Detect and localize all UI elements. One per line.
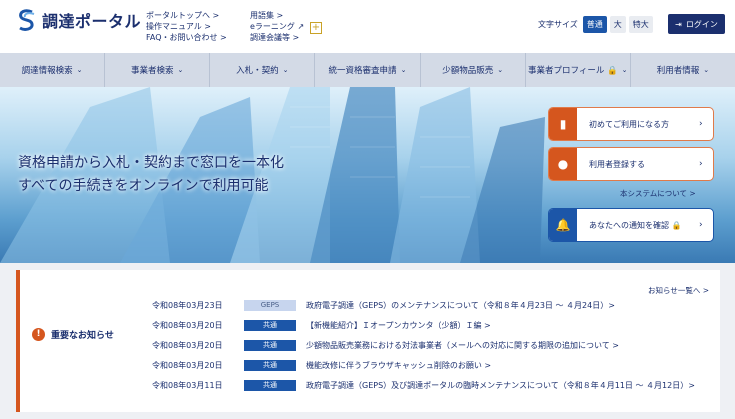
notice-section: ! 重要なお知らせ お知らせ一覧へ > 令和08年03月23日 GEPS 政府電… [0, 263, 735, 419]
chevron-down-icon: ⌄ [497, 66, 504, 74]
notice-badge: 共通 [244, 320, 296, 331]
notice-date: 令和08年03月23日 [152, 301, 223, 310]
hero-banner: 資格申請から入札・契約まで窓口を一本化 すべての手続きをオンラインで利用可能 ▮… [0, 87, 735, 263]
hero-line-1: 資格申請から入札・契約まで窓口を一本化 [18, 155, 284, 171]
login-button[interactable]: ⇥ ログイン [668, 14, 725, 34]
header-links-primary: ポータルトップへ > 操作マニュアル > FAQ・お問い合わせ > [146, 10, 227, 43]
notice-badge: 共通 [244, 340, 296, 351]
font-size-large-button[interactable]: 大 [609, 16, 626, 33]
logo-text: 調達ポータル [42, 12, 142, 31]
about-system-link[interactable]: 本システムについて > [620, 188, 696, 199]
notice-heading-text: 重要なお知らせ [51, 331, 114, 341]
font-size-switcher: 文字サイズ 普通 大 特大 [538, 16, 653, 33]
user-icon: ● [549, 148, 577, 180]
link-meetings[interactable]: 調達会議等 > [250, 32, 304, 43]
notice-title: 少額物品販売業務における対法事業者（メールへの対応に関する期限の追加について > [306, 341, 620, 350]
nav-item-bid-contract[interactable]: 入札・契約 ⌄ [210, 53, 316, 87]
notice-date: 令和08年03月20日 [152, 361, 223, 370]
notice-date: 令和08年03月11日 [152, 381, 223, 390]
nav-item-small-sales[interactable]: 少額物品販売 ⌄ [421, 53, 526, 87]
nav-item-business-search[interactable]: 事業者検索 ⌄ [105, 53, 211, 87]
link-faq[interactable]: FAQ・お問い合わせ > [146, 32, 227, 43]
header-links-secondary: 用語集 > eラーニング ↗ 調達会議等 > [250, 10, 304, 43]
font-size-xlarge-button[interactable]: 特大 [628, 16, 653, 33]
hero-line-2: すべての手続きをオンラインで利用可能 [18, 178, 269, 194]
register-label: 利用者登録する [589, 159, 645, 169]
notice-title: 【新機能紹介】Ｉオープンカウンタ（少額）Ｉ編 > [306, 321, 491, 330]
chevron-down-icon: ⌄ [282, 66, 289, 74]
link-manual[interactable]: 操作マニュアル > [146, 21, 227, 32]
notifications-card[interactable]: 🔔 あなたへの通知を確認 🔒 › [548, 208, 714, 242]
notice-item[interactable]: 令和08年03月20日 共通 【新機能紹介】Ｉオープンカウンタ（少額）Ｉ編 > [152, 320, 726, 334]
notice-date: 令和08年03月20日 [152, 321, 223, 330]
notice-badge: GEPS [244, 300, 296, 311]
warning-icon: ! [32, 328, 45, 341]
chevron-right-icon: › [699, 220, 703, 230]
nav-label: 利用者情報 [656, 66, 700, 76]
book-icon: ▮ [549, 108, 577, 140]
register-user-card[interactable]: ● 利用者登録する › [548, 147, 714, 181]
nav-item-business-profile[interactable]: 事業者プロフィール 🔒 ⌄ [526, 53, 631, 87]
notice-item[interactable]: 令和08年03月20日 共通 機能改修に伴うブラウザキャッシュ削除のお願い > [152, 360, 726, 374]
nav-item-procurement-search[interactable]: 調達情報検索 ⌄ [0, 53, 106, 87]
notifications-label: あなたへの通知を確認 🔒 [589, 220, 682, 230]
portal-logo[interactable]: 調達ポータル [16, 8, 141, 32]
notice-item[interactable]: 令和08年03月11日 共通 政府電子調達（GEPS）及び調達ポータルの臨時メン… [152, 380, 726, 404]
notice-title: 政府電子調達（GEPS）のメンテナンスについて（令和８年４月23日 ～ ４月24… [306, 301, 615, 310]
notice-badge: 共通 [244, 380, 296, 391]
chevron-down-icon: ⌄ [76, 66, 83, 74]
first-time-label: 初めてご利用になる方 [589, 119, 669, 129]
chevron-down-icon: ⌄ [621, 66, 628, 74]
nav-label: 事業者プロフィール 🔒 [528, 66, 618, 76]
login-label: ログイン [685, 19, 718, 29]
font-size-normal-button[interactable]: 普通 [582, 16, 607, 33]
nav-label: 調達情報検索 [21, 66, 73, 76]
notice-title: 機能改修に伴うブラウザキャッシュ削除のお願い > [306, 361, 492, 370]
nav-label: 統一資格審査申請 [328, 66, 397, 76]
notice-heading: ! 重要なお知らせ [32, 328, 114, 341]
bell-icon: 🔔 [549, 209, 577, 241]
important-notices-panel: ! 重要なお知らせ お知らせ一覧へ > 令和08年03月23日 GEPS 政府電… [16, 270, 720, 412]
notice-date: 令和08年03月20日 [152, 341, 223, 350]
chevron-down-icon: ⌄ [703, 66, 710, 74]
chevron-right-icon: › [699, 119, 703, 129]
notice-badge: 共通 [244, 360, 296, 371]
notice-item[interactable]: 令和08年03月20日 共通 少額物品販売業務における対法事業者（メールへの対応… [152, 340, 726, 354]
main-nav: 調達情報検索 ⌄ 事業者検索 ⌄ 入札・契約 ⌄ 統一資格審査申請 ⌄ 少額物品販売 ⌄ … [0, 53, 735, 87]
link-elearning[interactable]: eラーニング ↗ [250, 21, 304, 32]
login-icon: ⇥ [675, 19, 682, 29]
first-time-user-card[interactable]: ▮ 初めてご利用になる方 › [548, 107, 714, 141]
chevron-right-icon: › [699, 159, 703, 169]
notice-title: 政府電子調達（GEPS）及び調達ポータルの臨時メンテナンスについて（令和８年４月… [306, 381, 695, 390]
nav-item-user-info[interactable]: 利用者情報 ⌄ [631, 53, 735, 87]
expand-plus-icon[interactable]: + [310, 22, 322, 34]
chevron-down-icon: ⌄ [177, 66, 184, 74]
font-size-label: 文字サイズ [538, 20, 578, 29]
nav-label: 少額物品販売 [442, 66, 494, 76]
chevron-down-icon: ⌄ [400, 66, 407, 74]
notice-item[interactable]: 令和08年03月23日 GEPS 政府電子調達（GEPS）のメンテナンスについて… [152, 300, 726, 314]
link-glossary[interactable]: 用語集 > [250, 10, 304, 21]
hero-tagline: 資格申請から入札・契約まで窓口を一本化 すべての手続きをオンラインで利用可能 [18, 152, 284, 198]
logo-icon [19, 9, 35, 31]
nav-label: 入札・契約 [236, 66, 279, 76]
link-portal-top[interactable]: ポータルトップへ > [146, 10, 227, 21]
nav-item-qualification[interactable]: 統一資格審査申請 ⌄ [315, 53, 421, 87]
site-header: 調達ポータル ポータルトップへ > 操作マニュアル > FAQ・お問い合わせ >… [0, 0, 735, 53]
notice-list-link[interactable]: お知らせ一覧へ > [648, 285, 709, 296]
nav-label: 事業者検索 [131, 66, 174, 76]
